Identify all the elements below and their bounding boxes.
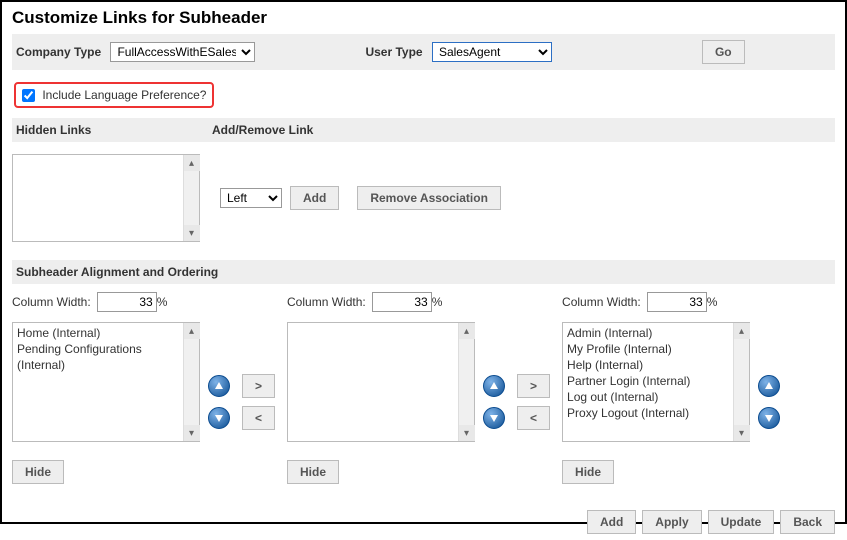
include-language-checkbox[interactable]	[22, 89, 35, 102]
col3-move-down-button[interactable]	[758, 407, 780, 429]
col2-width-input[interactable]	[372, 292, 432, 312]
footer-update-button[interactable]: Update	[708, 510, 775, 534]
scroll-up-icon[interactable]: ▴	[184, 155, 200, 171]
percent-label: %	[432, 295, 443, 309]
scroll-up-icon[interactable]: ▴	[459, 323, 475, 339]
col3-hide-button[interactable]: Hide	[562, 460, 614, 484]
move-right-button-1[interactable]: >	[242, 374, 275, 398]
footer-apply-button[interactable]: Apply	[642, 510, 701, 534]
list-item[interactable]: Proxy Logout (Internal)	[567, 405, 731, 421]
footer-add-button[interactable]: Add	[587, 510, 636, 534]
col3-move-up-button[interactable]	[758, 375, 780, 397]
page-title: Customize Links for Subheader	[12, 8, 835, 28]
add-remove-header: Add/Remove Link	[212, 123, 313, 137]
col1-width-input[interactable]	[97, 292, 157, 312]
col1-hide-button[interactable]: Hide	[12, 460, 64, 484]
scrollbar[interactable]: ▴ ▾	[733, 323, 749, 441]
go-button[interactable]: Go	[702, 40, 745, 64]
top-filter-bar: Company Type FullAccessWithESales User T…	[12, 34, 835, 70]
user-type-label: User Type	[365, 45, 422, 59]
include-language-label: Include Language Preference?	[42, 88, 206, 102]
scrollbar[interactable]: ▴ ▾	[458, 323, 474, 441]
scroll-down-icon[interactable]: ▾	[184, 225, 200, 241]
footer-back-button[interactable]: Back	[780, 510, 835, 534]
col3-listbox[interactable]: Admin (Internal) My Profile (Internal) H…	[562, 322, 750, 442]
hidden-links-listbox[interactable]: ▴ ▾	[12, 154, 200, 242]
col2-move-up-button[interactable]	[483, 375, 505, 397]
col1-move-up-button[interactable]	[208, 375, 230, 397]
col1-width-label: Column Width:	[12, 295, 91, 309]
remove-association-button[interactable]: Remove Association	[357, 186, 501, 210]
scrollbar[interactable]: ▴ ▾	[183, 323, 199, 441]
list-item[interactable]: Pending Configurations (Internal)	[17, 341, 181, 373]
company-type-select[interactable]: FullAccessWithESales	[110, 42, 255, 62]
company-type-label: Company Type	[16, 45, 101, 59]
list-item[interactable]: Admin (Internal)	[567, 325, 731, 341]
list-item[interactable]: Help (Internal)	[567, 357, 731, 373]
move-left-button-2[interactable]: <	[517, 406, 550, 430]
col3-width-input[interactable]	[647, 292, 707, 312]
hidden-addremove-header: Hidden Links Add/Remove Link	[12, 118, 835, 142]
col3-width-label: Column Width:	[562, 295, 641, 309]
move-right-button-2[interactable]: >	[517, 374, 550, 398]
list-item[interactable]: Log out (Internal)	[567, 389, 731, 405]
highlight-annotation: Include Language Preference?	[14, 82, 214, 108]
list-item[interactable]: My Profile (Internal)	[567, 341, 731, 357]
col1-move-down-button[interactable]	[208, 407, 230, 429]
percent-label: %	[707, 295, 718, 309]
scroll-down-icon[interactable]: ▾	[734, 425, 750, 441]
list-item[interactable]: Home (Internal)	[17, 325, 181, 341]
scroll-down-icon[interactable]: ▾	[184, 425, 200, 441]
col2-hide-button[interactable]: Hide	[287, 460, 339, 484]
hidden-links-header: Hidden Links	[16, 123, 212, 137]
col2-listbox[interactable]: ▴ ▾	[287, 322, 475, 442]
percent-label: %	[157, 295, 168, 309]
user-type-select[interactable]: SalesAgent	[432, 42, 552, 62]
col2-width-label: Column Width:	[287, 295, 366, 309]
col1-listbox[interactable]: Home (Internal) Pending Configurations (…	[12, 322, 200, 442]
scroll-up-icon[interactable]: ▴	[184, 323, 200, 339]
move-left-button-1[interactable]: <	[242, 406, 275, 430]
scrollbar[interactable]: ▴ ▾	[183, 155, 199, 241]
scroll-up-icon[interactable]: ▴	[734, 323, 750, 339]
col2-move-down-button[interactable]	[483, 407, 505, 429]
alignment-header: Subheader Alignment and Ordering	[12, 260, 835, 284]
add-link-button[interactable]: Add	[290, 186, 339, 210]
list-item[interactable]: Partner Login (Internal)	[567, 373, 731, 389]
position-select[interactable]: Left	[220, 188, 282, 208]
scroll-down-icon[interactable]: ▾	[459, 425, 475, 441]
